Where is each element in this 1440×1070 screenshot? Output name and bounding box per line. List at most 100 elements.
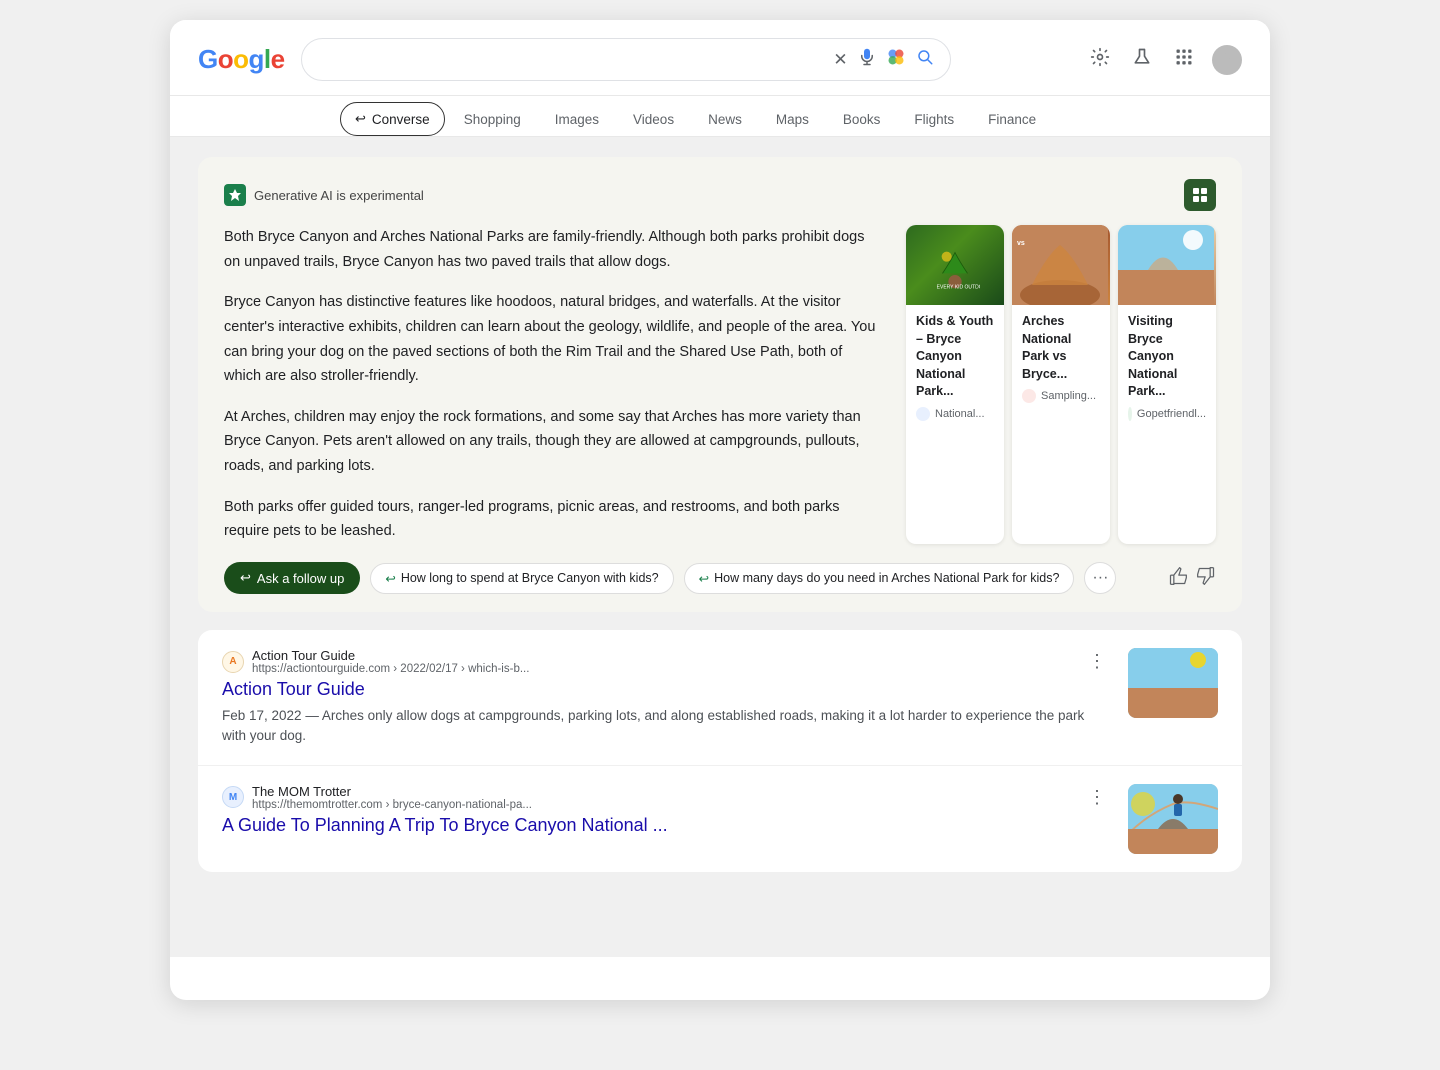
- result-2-favicon-letter: M: [229, 792, 237, 803]
- grid-button[interactable]: [1170, 43, 1198, 77]
- ai-card-1-favicon: [916, 407, 930, 421]
- followup-arches-label: How many days do you need in Arches Nati…: [714, 571, 1059, 585]
- result-2-favicon: M: [222, 786, 244, 808]
- ai-card-2[interactable]: vs Arches National Park vs Bryce... Samp…: [1012, 225, 1110, 544]
- logo-o2: o: [233, 44, 248, 75]
- tab-finance-label: Finance: [988, 112, 1036, 127]
- followup-arches-button[interactable]: ↩ How many days do you need in Arches Na…: [684, 563, 1075, 594]
- results-section: A Action Tour Guide https://actiontourgu…: [198, 630, 1242, 872]
- followup-arrow-icon: ↩: [240, 570, 251, 586]
- result-1-title[interactable]: Action Tour Guide: [222, 679, 1112, 700]
- avatar[interactable]: [1212, 45, 1242, 75]
- gemini-icon: [224, 184, 246, 206]
- tab-books[interactable]: Books: [828, 103, 896, 136]
- svg-text:vs: vs: [1017, 240, 1025, 247]
- ai-para-4: Both parks offer guided tours, ranger-le…: [224, 495, 882, 544]
- ai-feedback: [1168, 566, 1216, 591]
- tab-news[interactable]: News: [693, 103, 757, 136]
- followup-bryce-icon: ↩: [385, 571, 395, 586]
- followup-bryce-button[interactable]: ↩ How long to spend at Bryce Canyon with…: [370, 563, 673, 594]
- ask-followup-label: Ask a follow up: [257, 571, 344, 586]
- clear-icon[interactable]: ✕: [833, 50, 847, 70]
- dots-icon: ···: [1092, 569, 1108, 587]
- tab-shopping-label: Shopping: [464, 112, 521, 127]
- ai-card-3-source-name: Gopetfriendl...: [1137, 408, 1206, 420]
- search-submit-icon[interactable]: [916, 48, 934, 71]
- result-1: A Action Tour Guide https://actiontourgu…: [198, 630, 1242, 766]
- ai-card-3-source: Gopetfriendl...: [1128, 407, 1206, 421]
- followup-bryce-label: How long to spend at Bryce Canyon with k…: [401, 571, 659, 585]
- result-1-snippet: Feb 17, 2022 — Arches only allow dogs at…: [222, 706, 1112, 747]
- ai-card-2-body: Arches National Park vs Bryce... Samplin…: [1012, 305, 1110, 409]
- ai-cards: EVERY KID OUTDOORS Kids & Youth – Bryce …: [906, 225, 1216, 544]
- browser-window: G o o g l e what's better for a family w…: [170, 20, 1270, 1000]
- result-1-site-name: Action Tour Guide: [252, 648, 529, 663]
- tab-images[interactable]: Images: [540, 103, 614, 136]
- ask-followup-button[interactable]: ↩ Ask a follow up: [224, 562, 360, 594]
- ai-card-1-title: Kids & Youth – Bryce Canyon National Par…: [916, 313, 994, 401]
- result-2-source: M The MOM Trotter https://themomtrotter.…: [222, 784, 1112, 811]
- ai-card-1-body: Kids & Youth – Bryce Canyon National Par…: [906, 305, 1004, 427]
- ai-followups: ↩ Ask a follow up ↩ How long to spend at…: [224, 562, 1216, 594]
- tab-converse[interactable]: ↩ Converse: [340, 102, 445, 136]
- result-2-main: M The MOM Trotter https://themomtrotter.…: [222, 784, 1112, 842]
- ai-para-2: Bryce Canyon has distinctive features li…: [224, 290, 882, 389]
- ai-card-3-title: Visiting Bryce Canyon National Park...: [1128, 313, 1206, 401]
- ai-card-1-source: National...: [916, 407, 994, 421]
- tab-maps-label: Maps: [776, 112, 809, 127]
- google-logo: G o o g l e: [198, 44, 285, 75]
- result-1-favicon-letter: A: [229, 656, 236, 667]
- ai-card-1-image: EVERY KID OUTDOORS: [906, 225, 1004, 305]
- tab-flights[interactable]: Flights: [899, 103, 969, 136]
- svg-text:EVERY KID OUTDOORS: EVERY KID OUTDOORS: [937, 284, 980, 290]
- ai-text: Both Bryce Canyon and Arches National Pa…: [224, 225, 882, 544]
- ai-body: Both Bryce Canyon and Arches National Pa…: [224, 225, 1216, 544]
- result-1-source-info: Action Tour Guide https://actiontourguid…: [252, 648, 529, 675]
- result-1-main: A Action Tour Guide https://actiontourgu…: [222, 648, 1112, 747]
- ai-card-2-favicon: [1022, 389, 1036, 403]
- main-content: Generative AI is experimental Both Bryce…: [170, 137, 1270, 957]
- tab-shopping[interactable]: Shopping: [449, 103, 536, 136]
- lens-icon[interactable]: [886, 47, 906, 72]
- logo-e: e: [271, 44, 285, 75]
- tab-videos-label: Videos: [633, 112, 674, 127]
- settings-button[interactable]: [1086, 43, 1114, 77]
- header-icons: [1086, 43, 1242, 77]
- tab-news-label: News: [708, 112, 742, 127]
- ai-card-1[interactable]: EVERY KID OUTDOORS Kids & Youth – Bryce …: [906, 225, 1004, 544]
- ai-card-2-source-name: Sampling...: [1041, 390, 1096, 402]
- ai-card-1-source-name: National...: [935, 408, 985, 420]
- ai-card-3[interactable]: Visiting Bryce Canyon National Park... G…: [1118, 225, 1216, 544]
- labs-button[interactable]: [1128, 43, 1156, 77]
- result-2-site-name: The MOM Trotter: [252, 784, 532, 799]
- tab-converse-label: Converse: [372, 112, 430, 127]
- ai-card-3-image: [1118, 225, 1216, 305]
- converse-icon: ↩: [355, 111, 366, 127]
- logo-g: G: [198, 44, 218, 75]
- mic-icon[interactable]: [858, 48, 876, 71]
- tab-images-label: Images: [555, 112, 599, 127]
- tab-maps[interactable]: Maps: [761, 103, 824, 136]
- ai-header: Generative AI is experimental: [224, 179, 1216, 211]
- search-input[interactable]: what's better for a family with kids und…: [318, 52, 824, 68]
- nav-tabs: ↩ Converse Shopping Images Videos News M…: [170, 96, 1270, 137]
- ai-grid-toggle[interactable]: [1184, 179, 1216, 211]
- ai-para-3: At Arches, children may enjoy the rock f…: [224, 405, 882, 479]
- result-1-thumbnail: [1128, 648, 1218, 718]
- header: G o o g l e what's better for a family w…: [170, 20, 1270, 96]
- logo-g2: g: [249, 44, 264, 75]
- tab-videos[interactable]: Videos: [618, 103, 689, 136]
- followup-more-button[interactable]: ···: [1084, 562, 1116, 594]
- result-1-source: A Action Tour Guide https://actiontourgu…: [222, 648, 1112, 675]
- result-2: M The MOM Trotter https://themomtrotter.…: [198, 766, 1242, 872]
- result-2-title[interactable]: A Guide To Planning A Trip To Bryce Cany…: [222, 815, 1112, 836]
- result-2-more-button[interactable]: ⋮: [1082, 785, 1112, 810]
- tab-finance[interactable]: Finance: [973, 103, 1051, 136]
- thumbs-down-button[interactable]: [1196, 566, 1216, 591]
- ai-card-2-source: Sampling...: [1022, 389, 1100, 403]
- ai-card-2-image: vs: [1012, 225, 1110, 305]
- result-1-more-button[interactable]: ⋮: [1082, 649, 1112, 674]
- tab-flights-label: Flights: [914, 112, 954, 127]
- thumbs-up-button[interactable]: [1168, 566, 1188, 591]
- ai-card-3-body: Visiting Bryce Canyon National Park... G…: [1118, 305, 1216, 427]
